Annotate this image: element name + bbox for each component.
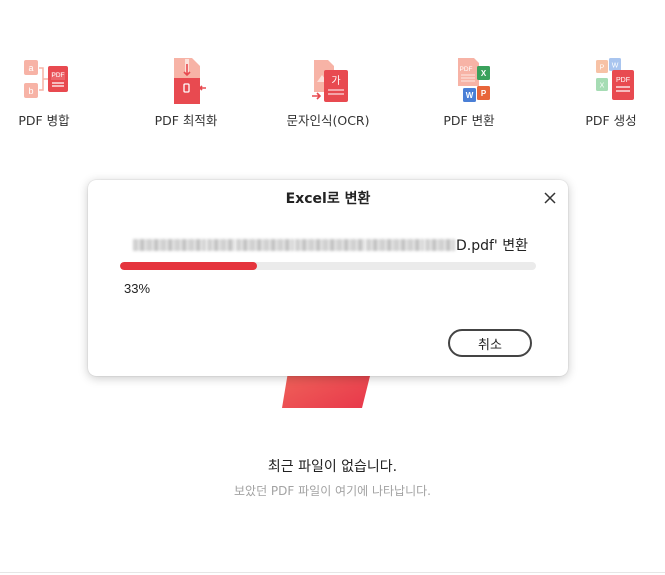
tool-bar: a b PDF PDF 병합 PDF 최적화 가 문자인식(OCR) PDF X…: [0, 0, 665, 140]
file-name-suffix: D.pdf' 변환: [456, 238, 528, 254]
redacted-filename-part: [133, 239, 206, 251]
create-pdf-tool[interactable]: P W X PDF PDF 생성: [556, 56, 665, 129]
merge-pdf-icon: a b PDF: [24, 60, 68, 98]
convert-progress-dialog: Excel로 변환 D.pdf' 변환 33% 취소: [88, 180, 568, 376]
progress-fill: [120, 262, 258, 270]
convert-pdf-tool[interactable]: PDF X W P PDF 변환: [414, 56, 524, 129]
redacted-filename-part: [295, 239, 365, 251]
bottom-divider: [0, 572, 665, 573]
svg-text:P: P: [600, 65, 605, 72]
cancel-button[interactable]: 취소: [448, 329, 532, 357]
merge-pdf-label: PDF 병합: [18, 113, 70, 128]
svg-text:W: W: [466, 91, 474, 100]
file-name-row: D.pdf' 변환: [133, 236, 528, 254]
ocr-icon: 가: [312, 60, 348, 102]
progress-bar: [120, 262, 536, 270]
svg-text:X: X: [600, 83, 605, 90]
svg-text:PDF: PDF: [460, 66, 473, 73]
svg-text:a: a: [28, 63, 33, 73]
ocr-label: 문자인식(OCR): [286, 113, 370, 128]
redacted-filename-part: [236, 239, 294, 251]
svg-text:W: W: [612, 63, 619, 70]
create-pdf-label: PDF 생성: [585, 113, 637, 128]
svg-text:b: b: [28, 86, 33, 96]
ocr-tool[interactable]: 가 문자인식(OCR): [273, 56, 383, 129]
svg-text:PDF: PDF: [616, 77, 630, 84]
svg-text:가: 가: [331, 75, 340, 87]
progress-percent: 33%: [124, 281, 151, 296]
dialog-title: Excel로 변환: [285, 191, 371, 207]
create-pdf-icon: P W X PDF: [596, 58, 634, 100]
compress-pdf-tool[interactable]: PDF 최적화: [131, 56, 241, 129]
svg-text:PDF: PDF: [52, 72, 65, 79]
redacted-filename-part: [207, 239, 235, 251]
merge-pdf-tool[interactable]: a b PDF PDF 병합: [0, 56, 99, 129]
redacted-filename-part: [366, 239, 424, 251]
svg-text:X: X: [481, 69, 487, 78]
compress-pdf-icon: [174, 58, 206, 104]
svg-text:P: P: [481, 89, 487, 98]
convert-pdf-label: PDF 변환: [443, 113, 495, 128]
close-icon[interactable]: [542, 190, 558, 206]
convert-pdf-icon: PDF X W P: [458, 58, 490, 102]
compress-pdf-label: PDF 최적화: [154, 113, 218, 128]
empty-state-title: 최근 파일이 없습니다.: [267, 459, 398, 475]
empty-state-subtitle: 보았던 PDF 파일이 여기에 나타납니다.: [233, 484, 431, 498]
redacted-filename-part: [425, 239, 455, 251]
